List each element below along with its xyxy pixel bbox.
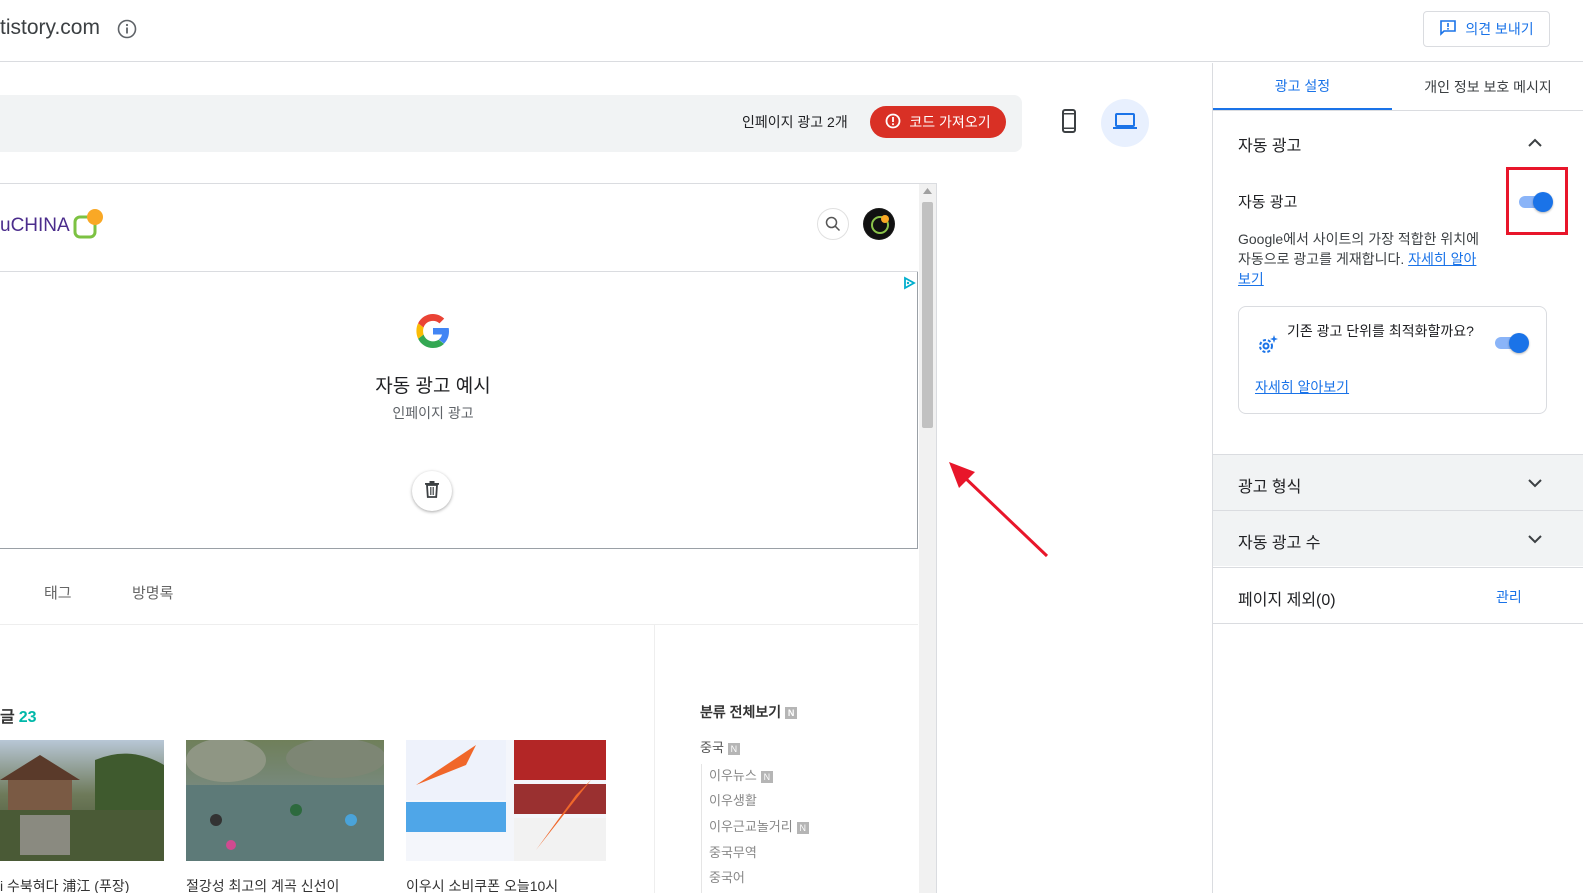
optimize-units-toggle[interactable] bbox=[1493, 333, 1529, 353]
blog-search-icon[interactable] bbox=[817, 208, 849, 240]
subcategory-label: 이우근교놀거리 bbox=[709, 819, 793, 834]
tab-privacy-messages[interactable]: 개인 정보 보호 메시지 bbox=[1392, 63, 1583, 110]
new-badge: N bbox=[785, 707, 798, 720]
new-badge: N bbox=[727, 742, 740, 755]
blog-avatar[interactable] bbox=[863, 208, 895, 240]
page-exclusions-section: 페이지 제외(0) 관리 bbox=[1213, 567, 1583, 624]
category-label: 중국 bbox=[700, 740, 724, 755]
scroll-up-icon[interactable] bbox=[923, 188, 932, 194]
optimize-existing-units-card: 기존 광고 단위를 최적화할까요? 자세히 알아보기 bbox=[1238, 306, 1547, 414]
chevron-down-icon bbox=[1525, 529, 1545, 549]
ad-load-title: 자동 광고 수 bbox=[1238, 535, 1321, 552]
post-thumbnail[interactable] bbox=[406, 740, 606, 861]
optimize-question: 기존 광고 단위를 최적화할까요? bbox=[1287, 323, 1474, 339]
info-icon[interactable] bbox=[117, 19, 137, 39]
trash-icon bbox=[424, 480, 440, 503]
alert-icon bbox=[885, 113, 901, 132]
blog-logo-mark bbox=[73, 208, 105, 240]
ad-format-section[interactable]: 광고 형식 bbox=[1213, 454, 1583, 510]
google-g-logo bbox=[413, 311, 453, 351]
category-item[interactable]: 중국 N bbox=[700, 737, 740, 756]
subcategory-item[interactable]: 중국무역 bbox=[709, 842, 757, 861]
posts-heading-label: 글 bbox=[0, 709, 15, 726]
inpage-ads-count: 인페이지 광고 2개 bbox=[742, 114, 848, 130]
scrollbar-thumb[interactable] bbox=[922, 202, 933, 428]
ad-format-title: 광고 형식 bbox=[1238, 479, 1302, 496]
posts-count: 23 bbox=[18, 709, 37, 726]
blog-nav: 태그 방명록 bbox=[0, 550, 918, 625]
ad-load-section[interactable]: 자동 광고 수 bbox=[1213, 510, 1583, 566]
category-tree-line bbox=[701, 764, 702, 893]
post-title[interactable]: 이우시 소비쿠폰 오늘10시 bbox=[406, 876, 606, 893]
blog-nav-guestbook[interactable]: 방명록 bbox=[132, 582, 173, 603]
subcategory-item[interactable]: 이우근교놀거리 N bbox=[709, 816, 809, 835]
chevron-up-icon[interactable] bbox=[1525, 133, 1545, 153]
auto-ad-preview: 자동 광고 예시 인페이지 광고 bbox=[0, 272, 918, 549]
ad-example-title: 자동 광고 예시 bbox=[375, 376, 491, 397]
preview-toolbar: 인페이지 광고 2개 코드 가져오기 bbox=[0, 95, 1022, 152]
get-code-label: 코드 가져오기 bbox=[909, 114, 991, 130]
category-all-link[interactable]: 분류 전체보기 N bbox=[700, 702, 798, 722]
adchoices-icon[interactable] bbox=[902, 276, 916, 290]
tab-ad-settings[interactable]: 광고 설정 bbox=[1213, 63, 1392, 110]
tabs-divider bbox=[1213, 110, 1583, 111]
post-thumbnail[interactable] bbox=[186, 740, 384, 861]
auto-optimize-icon bbox=[1255, 333, 1279, 357]
posts-heading: 글 23 bbox=[0, 703, 37, 727]
smartphone-icon bbox=[1061, 108, 1077, 138]
feedback-icon bbox=[1439, 19, 1457, 40]
page-exclusions-title: 페이지 제외(0) bbox=[1238, 592, 1336, 609]
get-code-button[interactable]: 코드 가져오기 bbox=[870, 106, 1006, 138]
feedback-button[interactable]: 의견 보내기 bbox=[1423, 11, 1550, 47]
post-title[interactable]: i 수북혀다 浦江 (푸장) bbox=[0, 876, 164, 893]
site-title: tistory.com bbox=[0, 16, 100, 39]
annotation-arrow-icon bbox=[949, 462, 1049, 558]
new-badge: N bbox=[760, 770, 773, 783]
category-all-label: 분류 전체보기 bbox=[700, 704, 782, 720]
optimize-learn-more-link[interactable]: 자세히 알아보기 bbox=[1255, 377, 1349, 397]
site-preview-frame: uCHINA 자동 광고 예시 인페이지 광고 태그 방명록 글 23 i 수북… bbox=[0, 183, 937, 893]
subcategory-item[interactable]: 중국어 bbox=[709, 867, 745, 886]
delete-ad-button[interactable] bbox=[412, 471, 452, 511]
laptop-icon bbox=[1113, 112, 1137, 135]
highlight-annotation bbox=[1506, 167, 1568, 235]
desktop-view-button[interactable] bbox=[1101, 99, 1149, 147]
content-divider bbox=[654, 625, 655, 893]
auto-ads-description: Google에서 사이트의 가장 적합한 위치에 자동으로 광고를 게재합니다.… bbox=[1238, 229, 1488, 289]
top-bar: tistory.com 의견 보내기 bbox=[0, 0, 1583, 62]
auto-ads-toggle-label: 자동 광고 bbox=[1238, 194, 1298, 211]
chevron-down-icon bbox=[1525, 473, 1545, 493]
auto-ads-section-title[interactable]: 자동 광고 bbox=[1238, 132, 1301, 156]
feedback-label: 의견 보내기 bbox=[1465, 21, 1534, 37]
preview-scrollbar[interactable] bbox=[919, 184, 936, 893]
blog-header: uCHINA bbox=[0, 184, 918, 272]
subcategory-item[interactable]: 이우뉴스 N bbox=[709, 765, 773, 784]
mobile-view-button[interactable] bbox=[1045, 99, 1093, 147]
post-title[interactable]: 절강성 최고의 계곡 신선이 bbox=[186, 876, 384, 893]
settings-panel: 광고 설정 개인 정보 보호 메시지 자동 광고 자동 광고 Google에서 … bbox=[1212, 63, 1583, 893]
ad-example-subtitle: 인페이지 광고 bbox=[392, 405, 474, 421]
subcategory-label: 이우뉴스 bbox=[709, 768, 757, 783]
post-thumbnail[interactable] bbox=[0, 740, 164, 861]
blog-logo-text: uCHINA bbox=[0, 215, 70, 236]
blog-nav-tags[interactable]: 태그 bbox=[44, 582, 72, 603]
preview-area: 인페이지 광고 2개 코드 가져오기 uCHINA 자동 광고 예시 인페이지 … bbox=[0, 63, 1212, 893]
manage-exclusions-link[interactable]: 관리 bbox=[1496, 587, 1522, 607]
subcategory-item[interactable]: 이우생활 bbox=[709, 790, 757, 809]
new-badge: N bbox=[796, 821, 809, 834]
